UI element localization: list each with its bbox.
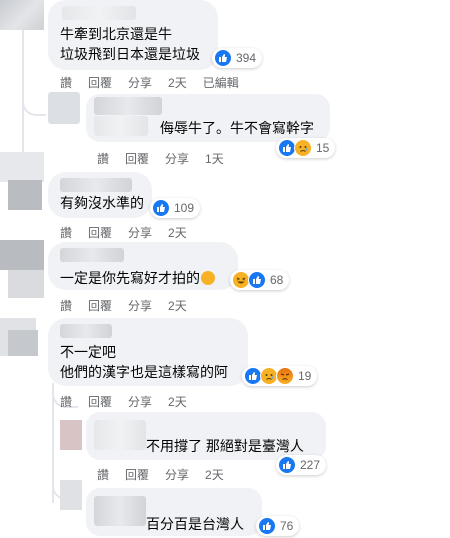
- reaction-summary[interactable]: 15: [276, 138, 336, 158]
- comment-text: 一定是你先寫好才拍的: [60, 268, 215, 288]
- like-button[interactable]: 讚: [60, 74, 72, 91]
- comment-text: 不用撐了 那絕對是臺灣人: [146, 438, 304, 454]
- reaction-count: 227: [300, 458, 321, 472]
- timestamp[interactable]: 2天: [168, 74, 187, 91]
- share-button[interactable]: 分享: [128, 297, 152, 314]
- thread-connector: [22, 100, 46, 116]
- reaction-summary[interactable]: 394: [212, 48, 263, 68]
- sad-icon: [294, 139, 312, 157]
- like-icon: [248, 271, 266, 289]
- angry-icon: [276, 367, 294, 385]
- comment-text: 百分百是台灣人: [146, 516, 244, 532]
- avatar[interactable]: [0, 0, 44, 30]
- like-button[interactable]: 讚: [60, 297, 72, 314]
- share-button[interactable]: 分享: [128, 224, 152, 241]
- laughing-emoji-icon: [201, 271, 215, 285]
- reply-button[interactable]: 回覆: [88, 393, 112, 410]
- timestamp[interactable]: 2天: [168, 297, 187, 314]
- reaction-count: 68: [270, 273, 284, 287]
- reply-button[interactable]: 回覆: [125, 150, 149, 167]
- reply-button[interactable]: 回覆: [88, 297, 112, 314]
- comment-text: 不一定吧: [60, 344, 116, 360]
- timestamp[interactable]: 1天: [205, 150, 224, 167]
- comment-actions: 讚 回覆 分享 2天: [60, 297, 187, 314]
- avatar[interactable]: [0, 152, 44, 182]
- reaction-summary[interactable]: 227: [276, 455, 327, 475]
- like-button[interactable]: 讚: [60, 224, 72, 241]
- author-name-redacted[interactable]: [94, 97, 162, 115]
- avatar[interactable]: [8, 330, 38, 356]
- like-button[interactable]: 讚: [97, 466, 109, 483]
- author-name-redacted[interactable]: [94, 116, 148, 136]
- avatar[interactable]: [8, 180, 42, 210]
- like-button[interactable]: 讚: [97, 150, 109, 167]
- avatar[interactable]: [60, 420, 82, 450]
- comment-actions: 讚 回覆 分享 2天 已編輯: [60, 74, 239, 91]
- timestamp[interactable]: 2天: [168, 224, 187, 241]
- like-icon: [258, 517, 276, 535]
- comment-actions: 讚 回覆 分享 2天: [97, 466, 224, 483]
- reaction-count: 19: [298, 369, 312, 383]
- like-icon: [214, 49, 232, 67]
- reaction-summary[interactable]: 68: [230, 270, 290, 290]
- reaction-summary[interactable]: 76: [256, 516, 300, 536]
- avatar[interactable]: [48, 92, 80, 124]
- reply-button[interactable]: 回覆: [125, 466, 149, 483]
- comment-actions: 讚 回覆 分享 2天: [60, 393, 187, 410]
- like-icon: [152, 199, 170, 217]
- author-name-redacted[interactable]: [60, 248, 124, 262]
- reaction-count: 76: [280, 519, 294, 533]
- author-name-redacted[interactable]: [62, 6, 136, 20]
- author-name-redacted[interactable]: [94, 420, 146, 450]
- author-name-redacted[interactable]: [60, 324, 112, 338]
- avatar[interactable]: [0, 240, 44, 270]
- comment-text: 牛牽到北京還是牛: [60, 26, 172, 42]
- author-name-redacted[interactable]: [94, 496, 146, 526]
- reaction-count: 15: [316, 141, 330, 155]
- comment-text: 侮辱牛了。牛不會寫幹字: [160, 120, 314, 136]
- like-button[interactable]: 讚: [60, 393, 72, 410]
- reaction-summary[interactable]: 109: [150, 198, 201, 218]
- comment-text: 垃圾飛到日本還是垃圾: [60, 46, 200, 62]
- timestamp[interactable]: 2天: [168, 393, 187, 410]
- share-button[interactable]: 分享: [165, 466, 189, 483]
- share-button[interactable]: 分享: [128, 74, 152, 91]
- timestamp[interactable]: 2天: [205, 466, 224, 483]
- author-name-redacted[interactable]: [60, 178, 132, 192]
- share-button[interactable]: 分享: [165, 150, 189, 167]
- comment-actions: 讚 回覆 分享 2天: [60, 224, 187, 241]
- reply-button[interactable]: 回覆: [88, 74, 112, 91]
- reaction-count: 394: [236, 51, 257, 65]
- thread-line: [22, 80, 24, 160]
- like-icon: [278, 456, 296, 474]
- comment-text: 有夠沒水準的: [60, 195, 144, 211]
- reaction-summary[interactable]: 19: [242, 366, 318, 386]
- edited-label: 已編輯: [202, 76, 239, 90]
- comment-actions: 讚 回覆 分享 1天: [97, 150, 224, 167]
- avatar[interactable]: [60, 480, 82, 510]
- avatar[interactable]: [8, 270, 44, 298]
- share-button[interactable]: 分享: [128, 393, 152, 410]
- comment-text: 他們的漢字也是這樣寫的阿: [60, 364, 228, 380]
- reaction-count: 109: [174, 201, 195, 215]
- reply-button[interactable]: 回覆: [88, 224, 112, 241]
